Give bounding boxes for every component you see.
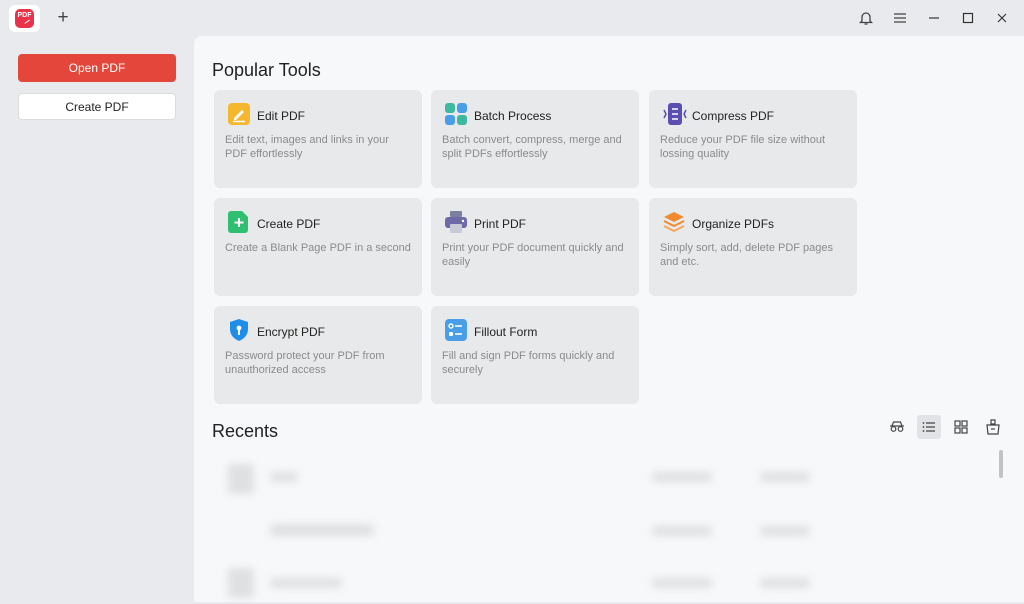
tool-description: Print your PDF document quickly and easi… — [442, 242, 624, 268]
form-icon — [445, 319, 467, 341]
tool-description: Create a Blank Page PDF in a second — [225, 242, 411, 254]
tool-description: Edit text, images and links in your PDF … — [225, 134, 389, 160]
shield-icon — [228, 319, 250, 341]
tool-card-compress-pdf[interactable]: Compress PDF Reduce your PDF file size w… — [649, 90, 857, 188]
grid-view-icon[interactable] — [949, 415, 973, 439]
list-item[interactable] — [220, 458, 820, 498]
minimize-icon[interactable] — [924, 8, 944, 28]
tool-card-edit-pdf[interactable]: Edit PDF Edit text, images and links in … — [214, 90, 422, 188]
tool-description: Simply sort, add, delete PDF pages and e… — [660, 242, 834, 268]
title-bar: PDF + — [0, 0, 1024, 36]
scrollbar[interactable] — [999, 450, 1003, 478]
maximize-icon[interactable] — [958, 8, 978, 28]
tool-title: Organize PDFs — [692, 217, 775, 231]
tool-title: Encrypt PDF — [257, 325, 326, 339]
privacy-icon[interactable] — [885, 415, 909, 439]
create-icon — [228, 211, 250, 233]
compress-icon — [663, 103, 687, 125]
clean-icon[interactable] — [981, 415, 1005, 439]
new-tab-button[interactable]: + — [54, 7, 72, 29]
tool-title: Create PDF — [257, 217, 321, 231]
tool-card-create-pdf[interactable]: Create PDF Create a Blank Page PDF in a … — [214, 198, 422, 296]
tool-description: Batch convert, compress, merge and split… — [442, 134, 622, 160]
tool-title: Print PDF — [474, 217, 527, 231]
menu-icon[interactable] — [890, 8, 910, 28]
bell-icon[interactable] — [856, 8, 876, 28]
open-pdf-button[interactable]: Open PDF — [18, 54, 176, 82]
list-view-icon[interactable] — [917, 415, 941, 439]
close-icon[interactable] — [992, 8, 1012, 28]
organize-icon — [663, 211, 685, 233]
tool-description: Reduce your PDF file size without lossin… — [660, 134, 826, 160]
tool-card-encrypt-pdf[interactable]: Encrypt PDF Password protect your PDF fr… — [214, 306, 422, 404]
app-logo[interactable]: PDF — [9, 5, 40, 32]
print-icon — [445, 211, 467, 233]
tool-description: Fill and sign PDF forms quickly and secu… — [442, 350, 615, 376]
tool-card-print-pdf[interactable]: Print PDF Print your PDF document quickl… — [431, 198, 639, 296]
tool-title: Fillout Form — [474, 325, 538, 339]
popular-tools-title: Popular Tools — [212, 60, 321, 80]
batch-icon — [445, 103, 467, 125]
tool-card-batch-process[interactable]: Batch Process Batch convert, compress, m… — [431, 90, 639, 188]
tool-description: Password protect your PDF from unauthori… — [225, 350, 385, 376]
recents-title: Recents — [212, 421, 279, 441]
create-pdf-button[interactable]: Create PDF — [18, 93, 176, 120]
tool-card-fillout-form[interactable]: Fillout Form Fill and sign PDF forms qui… — [431, 306, 639, 404]
tool-card-organize-pdfs[interactable]: Organize PDFs Simply sort, add, delete P… — [649, 198, 857, 296]
tool-title: Compress PDF — [692, 109, 775, 123]
edit-icon — [228, 103, 250, 125]
pdf-logo-icon: PDF — [15, 9, 34, 28]
tool-title: Edit PDF — [257, 109, 306, 123]
list-item[interactable] — [220, 564, 820, 604]
tool-title: Batch Process — [474, 109, 552, 123]
list-item[interactable] — [220, 512, 820, 552]
